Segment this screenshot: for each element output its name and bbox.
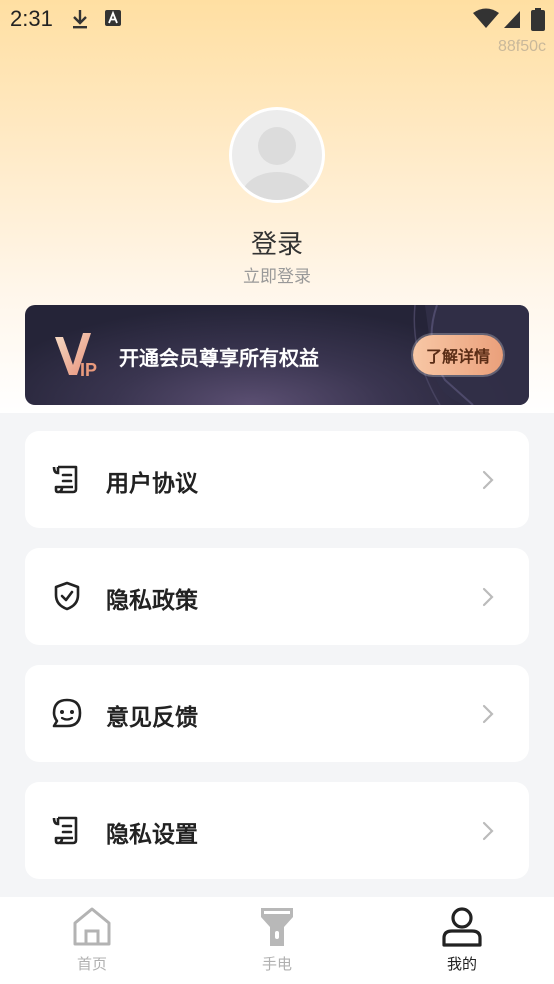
scroll-document-icon (52, 816, 78, 845)
tab-home[interactable]: 首页 (32, 897, 152, 984)
menu-item-privacy-policy[interactable]: 隐私政策 (25, 548, 529, 645)
home-icon (73, 907, 111, 946)
login-subtitle[interactable]: 立即登录 (0, 262, 554, 287)
menu-item-label: 隐私政策 (106, 588, 198, 614)
vip-promo-text: 开通会员尊享所有权益 (119, 346, 319, 370)
tab-label: 首页 (76, 955, 107, 973)
tab-flashlight[interactable]: 手电 (217, 897, 337, 984)
menu-item-feedback[interactable]: 意见反馈 (25, 665, 529, 762)
status-time: 2:31 (10, 6, 53, 31)
download-icon (73, 10, 87, 29)
vip-logo-icon: IP (55, 333, 97, 380)
chevron-right-icon (482, 821, 494, 841)
bottom-tab-bar: 首页 手电 我的 (0, 897, 554, 984)
vip-banner[interactable]: IP 开通会员尊享所有权益 了解详情 (25, 305, 529, 405)
build-id-label: 88f50c (497, 38, 546, 55)
chevron-right-icon (482, 587, 494, 607)
default-avatar-icon (241, 127, 313, 200)
svg-text:IP: IP (80, 360, 97, 380)
tab-label: 手电 (261, 955, 292, 973)
tab-label: 我的 (446, 955, 477, 973)
font-a-icon (105, 10, 121, 26)
chevron-right-icon (482, 704, 494, 724)
menu-item-label: 用户协议 (106, 471, 198, 497)
menu-item-label: 意见反馈 (106, 705, 198, 731)
status-bar: 2:31 (0, 0, 554, 38)
menu-item-user-agreement[interactable]: 用户协议 (25, 431, 529, 528)
signal-icon (504, 11, 520, 28)
tab-mine[interactable]: 我的 (402, 897, 522, 984)
chevron-right-icon (482, 470, 494, 490)
chat-bubble-icon (52, 698, 82, 728)
flashlight-icon (261, 908, 293, 946)
shield-check-icon (54, 581, 80, 611)
avatar[interactable] (229, 107, 325, 203)
battery-icon (531, 8, 545, 31)
login-title[interactable]: 登录 (0, 224, 554, 261)
menu-item-label: 隐私设置 (106, 822, 198, 848)
user-icon (442, 907, 482, 947)
vip-details-button[interactable]: 了解详情 (413, 335, 503, 375)
wifi-icon (473, 8, 499, 28)
menu-item-privacy-settings[interactable]: 隐私设置 (25, 782, 529, 879)
scroll-document-icon (52, 465, 78, 494)
